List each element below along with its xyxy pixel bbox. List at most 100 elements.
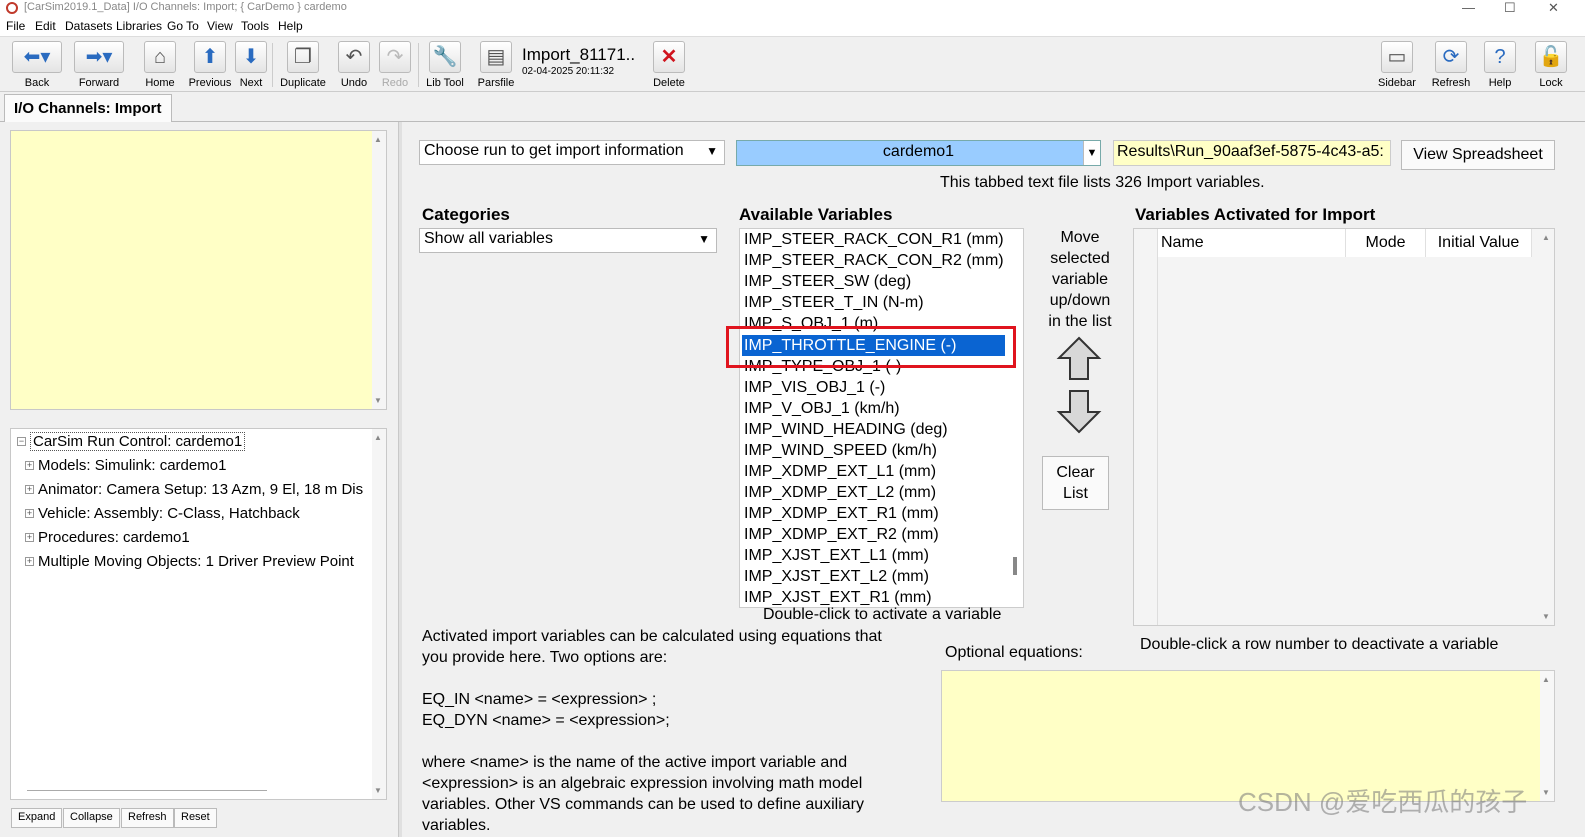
list-item[interactable]: IMP_XJST_EXT_R1 (mm) [744, 587, 932, 607]
expand-icon[interactable]: + [25, 533, 34, 542]
redo-icon: ↷ [379, 41, 411, 73]
run-selector[interactable]: cardemo1 [736, 140, 1101, 166]
categories-dropdown[interactable]: Show all variables ▼ [419, 228, 717, 253]
close-window-button[interactable]: ✕ [1548, 0, 1559, 16]
expand-icon[interactable]: + [25, 485, 34, 494]
tab-io-channels-import[interactable]: I/O Channels: Import [4, 94, 172, 122]
dataset-name[interactable]: Import_81171.. [522, 45, 635, 65]
categories-heading: Categories [422, 205, 510, 224]
list-item[interactable]: IMP_WIND_SPEED (km/h) [744, 440, 937, 461]
list-item[interactable]: IMP_STEER_RACK_CON_R1 (mm) [744, 229, 1004, 250]
column-header-mode[interactable]: Mode [1346, 229, 1426, 257]
table-scrollbar[interactable]: ▲ ▼ [1540, 229, 1554, 625]
menu-tools[interactable]: Tools [241, 19, 269, 33]
lib-tool-button[interactable]: 🔧 Lib Tool [424, 41, 466, 89]
home-button[interactable]: ⌂ Home [140, 41, 180, 89]
maximize-button[interactable]: ☐ [1504, 0, 1516, 16]
results-path-field[interactable]: Results\Run_90aaf3ef-5875-4c43-a5: [1113, 140, 1391, 166]
available-variables-heading: Available Variables [739, 205, 893, 224]
column-header-initial-value[interactable]: Initial Value [1426, 229, 1532, 257]
expand-icon[interactable]: + [25, 557, 34, 566]
menu-edit[interactable]: Edit [35, 19, 56, 33]
menu-libraries[interactable]: Libraries [116, 19, 162, 33]
refresh-tree-button[interactable]: Refresh [121, 808, 174, 828]
next-button[interactable]: ⬇ Next [234, 41, 268, 89]
list-item[interactable]: IMP_XJST_EXT_L1 (mm) [744, 545, 929, 566]
notes-scrollbar[interactable]: ▲ ▼ [372, 131, 386, 409]
window-title: [CarSim2019.1_Data] I/O Channels: Import… [24, 1, 347, 13]
parsfile-label: Parsfile [477, 77, 515, 89]
list-item[interactable]: IMP_XDMP_EXT_L2 (mm) [744, 482, 936, 503]
equations-scrollbar[interactable]: ▲ ▼ [1540, 671, 1554, 801]
duplicate-icon: ❐ [287, 41, 319, 73]
deactivate-hint: Double-click a row number to deactivate … [1140, 636, 1499, 653]
tree-hscroll[interactable] [27, 790, 267, 791]
redo-button[interactable]: ↷ Redo [378, 41, 412, 89]
row-number-column[interactable] [1134, 229, 1158, 625]
menu-file[interactable]: File [6, 19, 25, 33]
previous-label: Previous [188, 77, 232, 89]
list-item[interactable]: IMP_XJST_EXT_L2 (mm) [744, 566, 929, 587]
menu-view[interactable]: View [207, 19, 233, 33]
reset-button[interactable]: Reset [174, 808, 217, 828]
delete-button[interactable]: ✕ Delete [650, 41, 688, 89]
collapse-icon[interactable]: − [17, 437, 26, 446]
menu-bar: File Edit Datasets Libraries Go To View … [0, 16, 1585, 36]
menu-help[interactable]: Help [278, 19, 303, 33]
forward-button[interactable]: ➡▾ Forward [72, 41, 126, 89]
activated-variables-table[interactable]: Name Mode Initial Value ▲ ▼ [1133, 228, 1555, 626]
collapse-button[interactable]: Collapse [63, 808, 120, 828]
previous-button[interactable]: ⬆ Previous [188, 41, 232, 89]
expand-icon[interactable]: + [25, 509, 34, 518]
tree-node-vehicle[interactable]: + Vehicle: Assembly: C-Class, Hatchback [25, 505, 300, 522]
list-item[interactable]: IMP_STEER_RACK_CON_R2 (mm) [744, 250, 1004, 271]
panel-splitter[interactable] [398, 122, 402, 837]
back-button[interactable]: ⬅▾ Back [10, 41, 64, 89]
list-item[interactable]: IMP_VIS_OBJ_1 (-) [744, 377, 885, 398]
notes-panel[interactable]: ▲ ▼ [10, 130, 387, 410]
expand-button[interactable]: Expand [11, 808, 63, 828]
minimize-button[interactable]: — [1462, 0, 1475, 15]
menu-datasets[interactable]: Datasets [65, 19, 112, 33]
tree-node-models[interactable]: + Models: Simulink: cardemo1 [25, 457, 226, 474]
undo-button[interactable]: ↶ Undo [336, 41, 372, 89]
move-down-arrow-icon[interactable] [1056, 388, 1102, 434]
sidebar-icon: ▭ [1381, 41, 1413, 73]
tree-node-run-control[interactable]: − CarSim Run Control: cardemo1 [17, 432, 246, 451]
move-up-arrow-icon[interactable] [1056, 336, 1102, 382]
list-item[interactable]: IMP_XDMP_EXT_L1 (mm) [744, 461, 936, 482]
run-selector-arrow-icon[interactable]: ▼ [1083, 141, 1100, 165]
tree-node-procedures[interactable]: + Procedures: cardemo1 [25, 529, 190, 546]
list-scroll-thumb[interactable] [1013, 557, 1017, 575]
tree-node-moving-objects[interactable]: + Multiple Moving Objects: 1 Driver Previ… [25, 553, 370, 570]
expand-icon[interactable]: + [25, 461, 34, 470]
menu-go-to[interactable]: Go To [167, 19, 199, 33]
list-item[interactable]: IMP_STEER_SW (deg) [744, 271, 911, 292]
activated-variables-heading: Variables Activated for Import [1135, 205, 1376, 224]
available-variables-list[interactable]: IMP_STEER_RACK_CON_R1 (mm) IMP_STEER_RAC… [739, 228, 1024, 608]
list-item[interactable]: IMP_V_OBJ_1 (km/h) [744, 398, 900, 419]
lock-button[interactable]: 🔓 Lock [1534, 41, 1568, 89]
help-button[interactable]: ? Help [1482, 41, 1518, 89]
list-item[interactable]: IMP_WIND_HEADING (deg) [744, 419, 948, 440]
list-item[interactable]: IMP_XDMP_EXT_R2 (mm) [744, 524, 939, 545]
file-info-text: This tabbed text file lists 326 Import v… [940, 174, 1265, 191]
run-info-dropdown[interactable]: Choose run to get import information ▼ [419, 140, 725, 165]
refresh-toolbar-label: Refresh [1431, 77, 1471, 89]
move-instructions: Move selected variable up/down in the li… [1048, 229, 1112, 330]
back-label: Back [24, 77, 50, 89]
duplicate-button[interactable]: ❐ Duplicate [278, 41, 328, 89]
column-header-name[interactable]: Name [1158, 229, 1346, 257]
tree-scrollbar[interactable]: ▲ ▼ [372, 429, 386, 799]
sidebar-button[interactable]: ▭ Sidebar [1376, 41, 1418, 89]
up-arrow-icon: ⬆ [194, 41, 226, 73]
tree-node-animator[interactable]: + Animator: Camera Setup: 13 Azm, 9 El, 1… [25, 481, 370, 498]
toolbar: ⬅▾ Back ➡▾ Forward ⌂ Home ⬆ Previous ⬇ N… [0, 36, 1585, 92]
clear-list-button[interactable]: Clear List [1042, 456, 1109, 510]
refresh-toolbar-button[interactable]: ⟳ Refresh [1430, 41, 1472, 89]
delete-x-icon: ✕ [653, 41, 685, 73]
view-spreadsheet-button[interactable]: View Spreadsheet [1401, 140, 1555, 170]
parsfile-button[interactable]: ▤ Parsfile [476, 41, 516, 89]
list-item[interactable]: IMP_STEER_T_IN (N-m) [744, 292, 924, 313]
list-item[interactable]: IMP_XDMP_EXT_R1 (mm) [744, 503, 939, 524]
